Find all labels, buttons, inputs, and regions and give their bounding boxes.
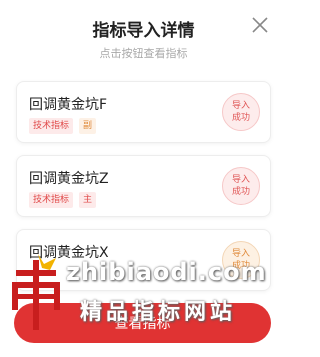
indicator-card[interactable]: 回调黄金坑Z 技术指标 主 导入 成功	[16, 155, 271, 217]
status-text-line2: 成功	[231, 113, 250, 123]
indicator-card[interactable]: 回调黄金坑F 技术指标 副 导入 成功	[16, 81, 271, 143]
import-status-badge: 导入 成功	[222, 93, 260, 131]
status-text-line1: 导入	[231, 101, 250, 111]
tag-type: 技术指标	[29, 192, 74, 208]
import-details-modal: 指标导入详情 点击按钮查看指标 回调黄金坑F 技术指标 副 导入 成功 回调黄金…	[0, 0, 287, 357]
view-indicator-label: 查看指标	[114, 316, 171, 332]
indicator-tags: 技术指标 主	[29, 192, 97, 208]
tag-main: 主	[79, 192, 97, 208]
status-text-line2: 成功	[231, 187, 250, 197]
import-status-badge: 导入 成功	[222, 241, 260, 279]
indicator-tags: 技术指标 副	[29, 118, 97, 134]
modal-title: 指标导入详情	[92, 21, 195, 41]
indicator-name: 回调黄金坑X	[29, 245, 109, 261]
indicator-name: 回调黄金坑Z	[29, 171, 109, 187]
modal-subtitle: 点击按钮查看指标	[99, 47, 188, 60]
tag-type: 技术指标	[29, 118, 74, 134]
import-status-badge: 导入 成功	[222, 167, 260, 205]
view-indicator-button[interactable]: 查看指标	[14, 303, 271, 343]
indicator-card[interactable]: 回调黄金坑X 导入 成功	[16, 229, 271, 291]
status-text-line2: 成功	[231, 261, 250, 271]
status-text-line1: 导入	[231, 175, 250, 185]
status-text-line1: 导入	[231, 249, 250, 259]
close-icon[interactable]	[251, 16, 269, 34]
indicator-name: 回调黄金坑F	[29, 97, 108, 113]
tag-sub: 副	[79, 118, 97, 134]
